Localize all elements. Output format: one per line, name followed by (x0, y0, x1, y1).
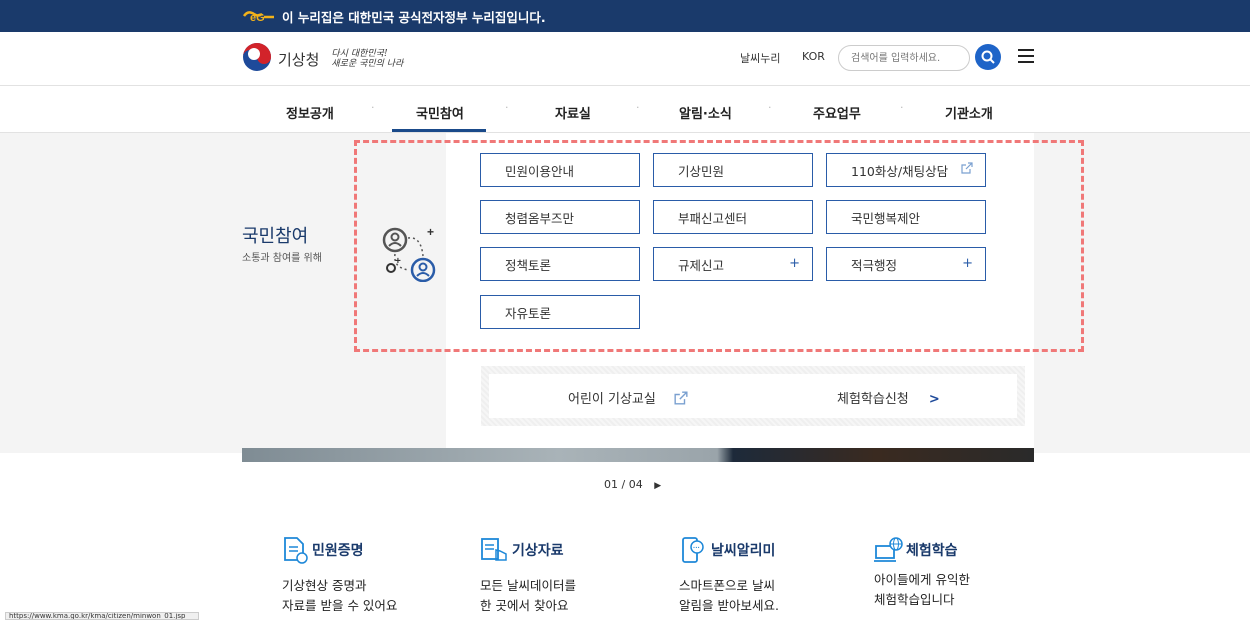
feature-weather-data-desc: 모든 날씨데이터를 한 곳에서 찾아요 (480, 576, 576, 616)
gnb-item-about[interactable]: 기관소개 (945, 103, 993, 122)
slogan-line2: 새로운 국민의 나라 (331, 59, 404, 69)
svg-text:eG: eG (250, 12, 265, 23)
desc-line: 한 곳에서 찾아요 (480, 598, 569, 613)
feature-title-text: 날씨알리미 (711, 543, 776, 559)
feature-certificate-desc: 기상현상 증명과 자료를 받을 수 있어요 (282, 576, 397, 616)
external-link-icon (674, 391, 688, 405)
taegeuk-logo-icon (242, 42, 272, 76)
gnb-separator: · (505, 101, 509, 114)
browser-status-url: https://www.kma.go.kr/kma/citizen/minwon… (5, 612, 199, 620)
gnb-item-participation[interactable]: 국민참여 (416, 103, 464, 122)
computer-globe-icon (874, 537, 903, 562)
feature-title-text: 체험학습 (906, 543, 958, 559)
gnb-separator: · (900, 101, 904, 114)
feature-title-text: 민원증명 (312, 543, 364, 559)
kids-weather-class-label: 어린이 기상교실 (568, 392, 656, 407)
gov-notice-bar: eG 이 누리집은 대한민국 공식전자정부 누리집입니다. (0, 0, 1250, 32)
gnb-item-news[interactable]: 알림·소식 (679, 103, 732, 122)
banner-image-strip (242, 448, 1034, 462)
chevron-right-icon: > (928, 392, 940, 407)
document-icon (284, 537, 308, 564)
gnb-item-data[interactable]: 자료실 (555, 103, 591, 122)
feature-weather-alert-title[interactable]: ··· 날씨알리미 (679, 536, 775, 564)
gnb-separator: · (768, 101, 772, 114)
desc-line: 알림을 받아보세요. (679, 598, 779, 613)
gnb-item-work[interactable]: 주요업무 (813, 103, 861, 122)
feature-experience-title[interactable]: 체험학습 (874, 536, 958, 564)
menu-line (1018, 49, 1034, 51)
menu-line (1018, 61, 1034, 63)
menu-line (1018, 55, 1034, 57)
logo-name: 기상청 (278, 50, 320, 69)
search-button[interactable] (975, 44, 1001, 70)
feature-certificate-title[interactable]: 민원증명 (282, 536, 364, 564)
experience-apply-label: 체험학습신청 (837, 392, 909, 407)
feature-title-text: 기상자료 (512, 543, 564, 559)
banner-pager: 01 / 04 ▶ (604, 478, 661, 491)
site-logo[interactable]: 기상청 다시 대한민국! 새로운 국민의 나라 (242, 42, 403, 76)
pager-text: 01 / 04 (604, 478, 643, 491)
feature-weather-alert-desc: 스마트폰으로 날씨 알림을 받아보세요. (679, 576, 779, 616)
submenu-extra-inner: 어린이 기상교실 체험학습신청 > (489, 374, 1017, 418)
gov-notice-text: 이 누리집은 대한민국 공식전자정부 누리집입니다. (282, 9, 546, 25)
svg-text:···: ··· (693, 545, 700, 552)
gnb-item-info[interactable]: 정보공개 (286, 103, 334, 122)
desc-line: 아이들에게 유익한 (874, 572, 970, 587)
slogan-line1: 다시 대한민국! (331, 49, 388, 59)
site-header: 기상청 다시 대한민국! 새로운 국민의 나라 날씨누리 KOR (0, 32, 1250, 86)
data-hand-icon (481, 538, 507, 561)
gnb-separator: · (371, 101, 375, 114)
desc-line: 스마트폰으로 날씨 (679, 578, 775, 593)
logo-slogan: 다시 대한민국! 새로운 국민의 나라 (331, 49, 403, 69)
util-lang-link[interactable]: KOR (802, 50, 825, 63)
hamburger-menu-button[interactable] (1018, 49, 1034, 63)
submenu-extra-bar: 어린이 기상교실 체험학습신청 > (481, 366, 1025, 426)
highlight-box (354, 140, 1084, 352)
search-icon (981, 50, 995, 64)
search-input[interactable] (838, 45, 970, 71)
desc-line: 모든 날씨데이터를 (480, 578, 576, 593)
play-icon[interactable]: ▶ (654, 481, 661, 491)
desc-line: 자료를 받을 수 있어요 (282, 598, 398, 613)
gnb-separator: · (636, 101, 640, 114)
desc-line: 기상현상 증명과 (282, 578, 367, 593)
feature-weather-data-title[interactable]: 기상자료 (480, 536, 564, 564)
feature-experience-desc: 아이들에게 유익한 체험학습입니다 (874, 570, 970, 610)
util-weather-link[interactable]: 날씨누리 (740, 50, 780, 66)
submenu-title: 국민참여 (242, 226, 309, 247)
desc-line: 체험학습입니다 (874, 592, 955, 607)
submenu-subtitle: 소통과 참여를 위해 (242, 253, 322, 264)
main-navigation: 정보공개 · 국민참여 · 자료실 · 알림·소식 · 주요업무 · 기관소개 (0, 87, 1250, 133)
experience-apply-link[interactable]: 체험학습신청 > (837, 388, 940, 407)
kids-weather-class-link[interactable]: 어린이 기상교실 (568, 388, 688, 407)
gnb-active-indicator (392, 129, 486, 132)
smartphone-icon: ··· (682, 537, 704, 563)
egov-logo-icon: eG (242, 9, 276, 23)
